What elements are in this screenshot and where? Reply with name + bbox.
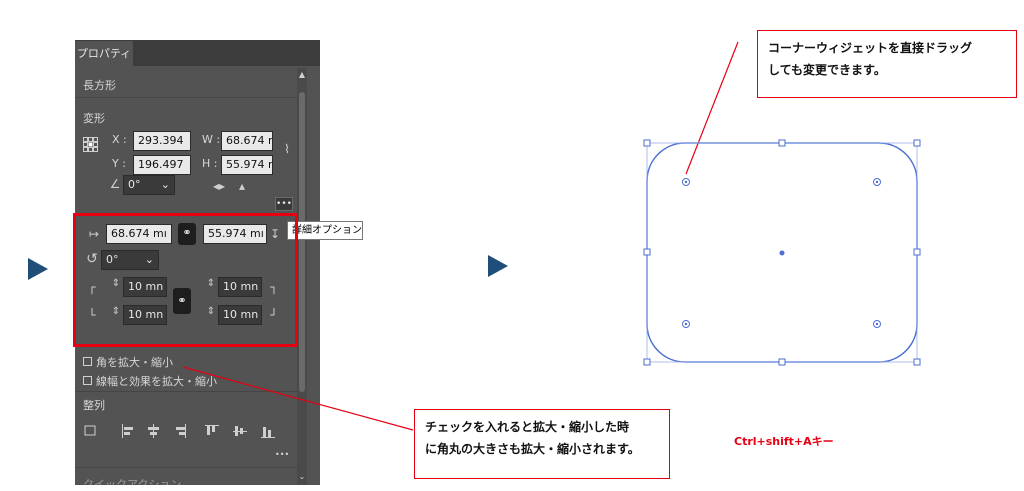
callout-scale-corners-line2: に角丸の大きさも拡大・縮小されます。 <box>425 442 640 456</box>
callout-scale-corners-line1: チェックを入れると拡大・縮小した時 <box>425 420 630 434</box>
callout-scale-corners: チェックを入れると拡大・縮小した時 に角丸の大きさも拡大・縮小されます。 <box>414 409 670 479</box>
arrow-right-icon <box>488 255 508 277</box>
center-point <box>779 250 785 256</box>
callout-leader-bottom <box>182 366 414 431</box>
callout-leader-top <box>685 41 739 175</box>
callout-corner-widget-line1: コーナーウィジェットを直接ドラッグ <box>768 41 973 55</box>
callout-corner-widget-line2: しても変更できます。 <box>768 63 886 77</box>
shortcut-label: Ctrl+shift+Aキー <box>734 435 834 448</box>
callout-corner-widget: コーナーウィジェットを直接ドラッグ しても変更できます。 <box>757 30 1017 98</box>
